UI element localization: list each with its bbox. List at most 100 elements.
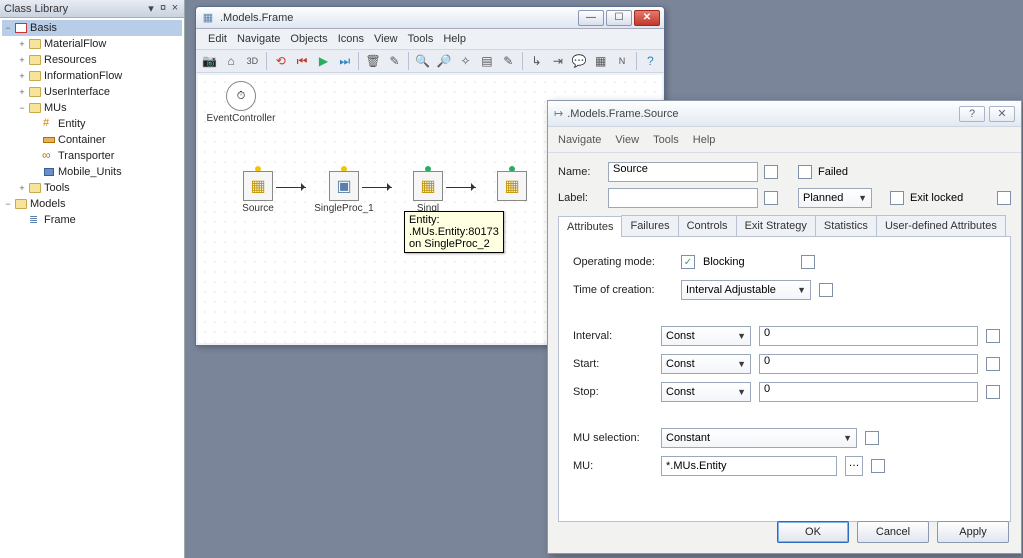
tree-mus[interactable]: −MUs [2,100,182,116]
tb-comment-icon[interactable]: 💬 [570,51,589,71]
tree-materialflow[interactable]: +MaterialFlow [2,36,182,52]
tb-camera-icon[interactable]: 📷 [200,51,219,71]
musel-combo[interactable]: Constant▼ [661,428,857,448]
tb-grid-icon[interactable]: ▦ [591,51,610,71]
tb-connector-icon[interactable]: ↳ [527,51,546,71]
minimize-button[interactable]: — [578,10,604,26]
toc-inherit-checkbox[interactable] [819,283,833,297]
tab-statistics[interactable]: Statistics [815,215,877,236]
exitlocked-checkbox[interactable] [890,191,904,205]
menu-tools[interactable]: Tools [408,33,434,45]
node-drain[interactable]: ▦ [482,171,542,201]
tb-ff-icon[interactable]: ⏭ [335,51,354,71]
start-label: Start: [573,358,653,370]
stop-dist-combo[interactable]: Const▼ [661,382,751,402]
tree-frame[interactable]: Frame [2,212,182,228]
interval-inherit-checkbox[interactable] [986,329,1000,343]
interval-field[interactable]: 0 [759,326,978,346]
menu-help[interactable]: Help [443,33,466,45]
name-field[interactable]: Source [608,162,758,182]
frame-window-titlebar[interactable]: ▦ .Models.Frame — ☐ ✕ [196,7,664,29]
tb-play-icon[interactable]: ▶ [314,51,333,71]
tb-3d-icon[interactable]: 3D [243,51,262,71]
mu-field[interactable]: *.MUs.Entity [661,456,837,476]
planned-combo[interactable]: Planned▼ [798,188,872,208]
start-inherit-checkbox[interactable] [986,357,1000,371]
tb-help-icon[interactable]: ? [641,51,660,71]
blocking-checkbox[interactable]: ✓ [681,255,695,269]
dlg-menu-navigate[interactable]: Navigate [558,134,601,146]
menu-navigate[interactable]: Navigate [237,33,280,45]
opmode-inherit-checkbox[interactable] [801,255,815,269]
node-singleproc2[interactable]: ▦ Singl [398,171,458,214]
tb-link-icon[interactable]: ⇥ [548,51,567,71]
tab-controls[interactable]: Controls [678,215,737,236]
start-field[interactable]: 0 [759,354,978,374]
apply-button[interactable]: Apply [937,521,1009,543]
tree-container[interactable]: Container [2,132,182,148]
panel-pin-icon[interactable]: ¤ [158,2,168,15]
tb-rewind-icon[interactable]: ⏮ [292,51,311,71]
node-eventcontroller[interactable]: ⏱ EventController [204,81,278,124]
tree-userinterface[interactable]: +UserInterface [2,84,182,100]
panel-menu-icon[interactable]: ▾ [146,2,156,15]
tab-failures[interactable]: Failures [621,215,678,236]
tree-models[interactable]: −Models [2,196,182,212]
panel-close-icon[interactable]: × [170,2,180,15]
label-inherit-checkbox[interactable] [764,191,778,205]
menu-edit[interactable]: Edit [208,33,227,45]
tree-tools[interactable]: +Tools [2,180,182,196]
tree-basis[interactable]: −Basis [2,20,182,36]
dlg-menu-view[interactable]: View [615,134,639,146]
tb-zoomin-icon[interactable]: 🔍 [413,51,432,71]
menu-objects[interactable]: Objects [290,33,327,45]
dlg-menu-tools[interactable]: Tools [653,134,679,146]
mu-inherit-checkbox[interactable] [871,459,885,473]
source-icon: ↦ [554,107,563,120]
stop-field[interactable]: 0 [759,382,978,402]
dialog-help-button[interactable]: ? [959,106,985,122]
toc-combo[interactable]: Interval Adjustable▼ [681,280,811,300]
tree-resources[interactable]: +Resources [2,52,182,68]
name-inherit-checkbox[interactable] [764,165,778,179]
tree-mobile-units[interactable]: Mobile_Units [2,164,182,180]
tree-entity[interactable]: Entity [2,116,182,132]
mu-browse-button[interactable]: … [845,456,863,476]
stop-inherit-checkbox[interactable] [986,385,1000,399]
tree-informationflow[interactable]: +InformationFlow [2,68,182,84]
tb-zoomout-icon[interactable]: 🔎 [435,51,454,71]
node-source[interactable]: ▦ Source [228,171,288,214]
cancel-button[interactable]: Cancel [857,521,929,543]
stop-label: Stop: [573,386,653,398]
tb-target-icon[interactable]: ✧ [456,51,475,71]
menu-icons[interactable]: Icons [338,33,364,45]
tb-edit-icon[interactable]: ✎ [499,51,518,71]
tab-exit[interactable]: Exit Strategy [736,215,816,236]
exitlocked-inherit-checkbox[interactable] [997,191,1011,205]
dialog-close-button[interactable]: ✕ [989,106,1015,122]
class-library-tree[interactable]: −Basis +MaterialFlow +Resources +Informa… [0,18,184,230]
menu-view[interactable]: View [374,33,398,45]
dialog-titlebar[interactable]: ↦ .Models.Frame.Source ? ✕ [548,101,1021,127]
start-dist-combo[interactable]: Const▼ [661,354,751,374]
tb-home-icon[interactable]: ⌂ [221,51,240,71]
close-button[interactable]: ✕ [634,10,660,26]
tb-reset-icon[interactable]: ⟲ [271,51,290,71]
maximize-button[interactable]: ☐ [606,10,632,26]
dlg-menu-help[interactable]: Help [693,134,716,146]
tab-user[interactable]: User-defined Attributes [876,215,1006,236]
tab-attributes[interactable]: Attributes [558,216,622,237]
label-field[interactable] [608,188,758,208]
tb-delete-icon[interactable]: 🗑 [363,51,382,71]
tree-transporter[interactable]: Transporter [2,148,182,164]
interval-dist-combo[interactable]: Const▼ [661,326,751,346]
musel-inherit-checkbox[interactable] [865,431,879,445]
label-label: Label: [558,192,602,204]
failed-checkbox[interactable] [798,165,812,179]
tb-chart-icon[interactable]: ▤ [477,51,496,71]
frame-icon: ▦ [200,10,216,26]
node-singleproc1[interactable]: ▣ SingleProc_1 [314,171,374,214]
tb-brush-icon[interactable]: ✎ [385,51,404,71]
tb-names-icon[interactable]: N [612,51,631,71]
ok-button[interactable]: OK [777,521,849,543]
